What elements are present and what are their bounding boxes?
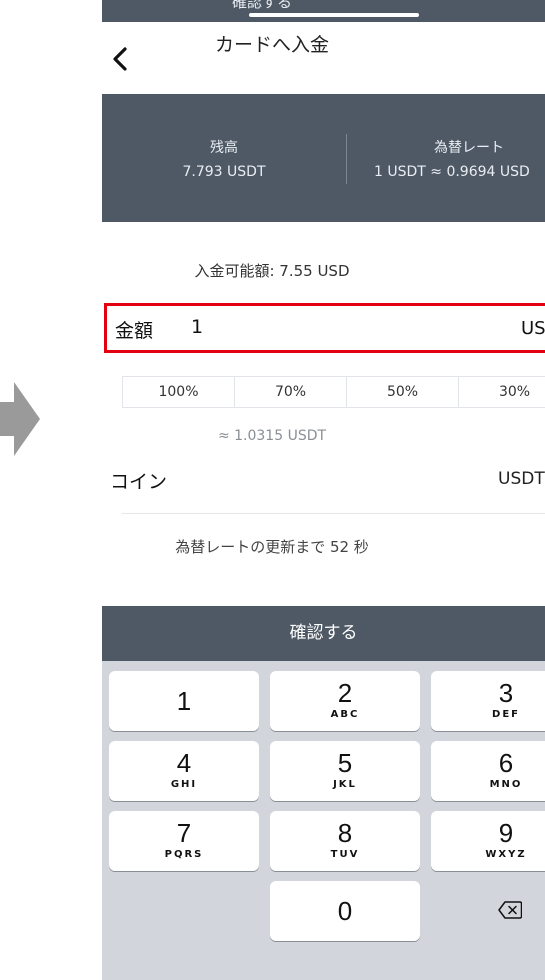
key-letters: WXYZ [485,849,527,860]
key-7[interactable]: 7 PQRS [109,811,259,871]
key-letters: DEF [492,709,520,720]
balance-rate-panel: 残高 7.793 USDT 為替レート 1 USDT ≈ 0.9694 USD [102,94,545,222]
key-letters: JKL [333,779,357,790]
confirm-button-label: 確認する [289,623,358,643]
amount-field[interactable]: 1 [191,316,203,338]
step-arrow-icon [0,380,40,458]
numeric-keypad: 1 2 ABC 3 DEF 4 GHI 5 JKL 6 MNO 7 PQRS 8… [102,661,545,980]
key-blank [109,881,259,941]
converted-amount: ≈ 1.0315 USDT [217,428,327,444]
key-number: 9 [498,818,514,848]
nav-bar: カードへ入金 [102,22,545,94]
key-number: 5 [337,748,353,778]
percent-50-button[interactable]: 50% [347,377,459,407]
percent-70-button[interactable]: 70% [235,377,347,407]
rate-value: 1 USDT ≈ 0.9694 USD [374,164,530,180]
key-number: 6 [498,748,514,778]
key-number: 7 [176,818,192,848]
key-0[interactable]: 0 [270,881,420,941]
rate-block: 為替レート 1 USDT ≈ 0.9694 USD [346,136,545,184]
key-3[interactable]: 3 DEF [431,671,545,731]
key-number: 1 [176,686,192,716]
coin-selector[interactable]: コイン USDT [102,443,545,515]
delete-key[interactable] [431,881,545,941]
balance-value: 7.793 USDT [182,164,266,180]
key-number: 0 [337,896,353,926]
key-letters: TUV [330,849,360,860]
phone-screen: 確認する カードへ入金 残高 7.793 USDT 為替レート 1 USDT ≈… [102,0,545,980]
key-9[interactable]: 9 WXYZ [431,811,545,871]
balance-block: 残高 7.793 USDT [102,136,346,184]
key-4[interactable]: 4 GHI [109,741,259,801]
percent-options: 100% 70% 50% 30% [122,376,545,408]
balance-label: 残高 [210,140,238,156]
coin-value: USDT [498,469,545,489]
key-1[interactable]: 1 [109,671,259,731]
key-letters: ABC [330,709,360,720]
page-title: カードへ入金 [214,34,329,56]
coin-label: コイン [110,471,168,493]
rate-refresh-countdown: 為替レートの更新まで 52 秒 [175,538,369,556]
percent-30-button[interactable]: 30% [459,377,545,407]
key-number: 4 [176,748,192,778]
amount-label: 金額 [115,320,154,342]
key-number: 2 [337,678,353,708]
amount-unit: USD [521,318,545,339]
key-number: 8 [337,818,353,848]
key-letters: MNO [489,779,523,790]
key-5[interactable]: 5 JKL [270,741,420,801]
amount-input-row[interactable]: 金額 1 USD [104,303,545,353]
percent-100-button[interactable]: 100% [123,377,235,407]
key-2[interactable]: 2 ABC [270,671,420,731]
key-6[interactable]: 6 MNO [431,741,545,801]
available-amount: 入金可能額: 7.55 USD [194,262,350,280]
key-letters: GHI [170,779,198,790]
backspace-icon [498,901,522,919]
key-number: 3 [498,678,514,708]
key-8[interactable]: 8 TUV [270,811,420,871]
key-letters: PQRS [164,849,204,860]
confirm-button[interactable]: 確認する [102,606,545,661]
rate-label: 為替レート [434,140,504,156]
divider [122,513,545,514]
